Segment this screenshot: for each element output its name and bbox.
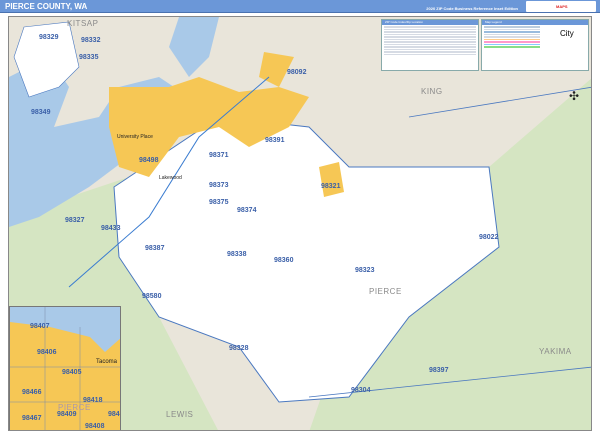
zip-label: 98373	[209, 182, 229, 189]
zip-label: 98374	[237, 207, 257, 214]
map-title: PIERCE COUNTY, WA	[5, 2, 88, 11]
zip-label: 98349	[31, 109, 51, 116]
zip-label: 98321	[321, 183, 341, 190]
map-legend-panel: Map Legend City	[481, 19, 589, 71]
zip-index-panel: ZIP Code Index/Zip Location	[381, 19, 479, 71]
zip-label: 98323	[355, 267, 375, 274]
region-label: YAKIMA	[539, 347, 572, 356]
zip-label: 98397	[429, 367, 449, 374]
legend-city-sample: City	[560, 29, 574, 38]
map-canvas[interactable]: ZIP Code Index/Zip Location Map Legend C…	[8, 16, 592, 431]
zip-label: 98433	[101, 225, 121, 232]
city-label: Tacoma	[96, 359, 118, 365]
zip-label: 98332	[81, 37, 101, 44]
zip-label: 98387	[145, 245, 165, 252]
water-sound-north	[169, 17, 219, 77]
zip-label: 98580	[142, 293, 162, 300]
zip-label: 98405	[62, 369, 82, 376]
map-edition: 2020 ZIP Code Business Reference Inset E…	[426, 6, 518, 11]
zip-label: 98498	[139, 157, 159, 164]
city-label: University Place	[117, 134, 153, 140]
zip-label: 98409	[57, 411, 77, 418]
zip-label: 98404	[108, 411, 120, 418]
zip-label: 98329	[39, 34, 59, 41]
region-label: KING	[421, 87, 443, 96]
region-label: PIERCE	[369, 287, 402, 296]
header-bar: PIERCE COUNTY, WA 2020 ZIP Code Business…	[0, 0, 600, 13]
zip-label: 98371	[209, 152, 229, 159]
zip-label: 98391	[265, 137, 285, 144]
zip-label: 98408	[85, 423, 105, 430]
compass-rose-icon: ✣	[569, 89, 580, 103]
zip-label: 98338	[227, 251, 247, 258]
logo-text: MAPS	[556, 4, 568, 9]
zip-label: 98466	[22, 389, 42, 396]
zip-label: 98467	[22, 415, 42, 422]
zip-label: 98328	[229, 345, 249, 352]
tacoma-inset-map[interactable]: 98407 98406 98405 98466 98418 98467 9840…	[9, 306, 121, 430]
zip-label: 98304	[351, 387, 371, 394]
region-label: PIERCE	[58, 403, 91, 412]
region-label: KITSAP	[67, 19, 99, 28]
zip-label: 98360	[274, 257, 294, 264]
zip-label: 98327	[65, 217, 85, 224]
zip-label: 98335	[79, 54, 99, 61]
zip-label: 98092	[287, 69, 307, 76]
zip-index-title: ZIP Code Index/Zip Location	[382, 20, 478, 25]
region-label: LEWIS	[166, 410, 194, 419]
publisher-logo: MAPS	[526, 1, 596, 12]
zip-label: 98375	[209, 199, 229, 206]
map-legend-title: Map Legend	[482, 20, 588, 25]
city-label: Lakewood	[159, 175, 182, 181]
water-commencement-bay	[10, 307, 120, 352]
zip-label: 98407	[30, 323, 50, 330]
zip-label: 98022	[479, 234, 499, 241]
zip-label: 98406	[37, 349, 57, 356]
